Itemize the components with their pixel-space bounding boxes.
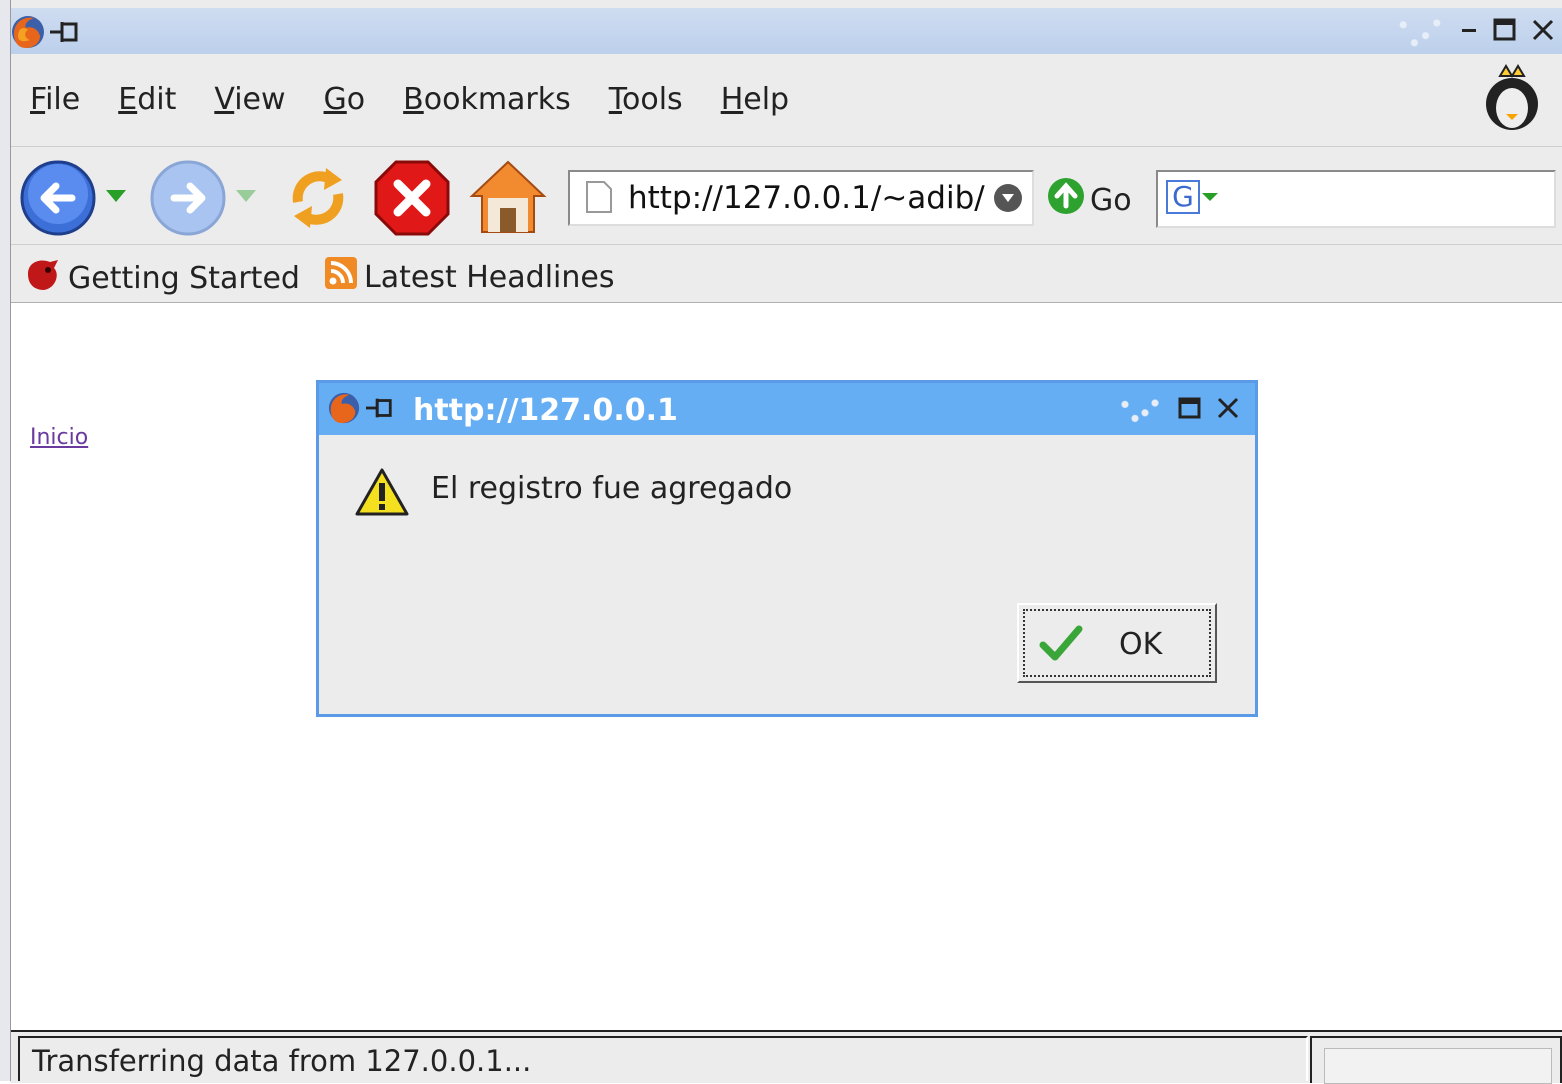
menu-edit[interactable]: Edit [118,82,176,117]
focus-ring: OK [1023,609,1211,677]
maximize-icon[interactable] [1177,395,1203,425]
ok-label: OK [1119,627,1163,662]
back-history-dropdown-icon[interactable] [104,186,128,210]
page-icon [584,180,614,218]
back-button[interactable] [18,158,102,242]
window-left-border [0,0,11,1081]
status-bar: Transferring data from 127.0.0.1... [10,1030,1562,1084]
browser-window: File Edit View Go Bookmarks Tools Help h… [0,0,1562,1084]
throbber-icon[interactable] [1476,64,1548,136]
menu-file[interactable]: File [30,82,80,117]
menu-go[interactable]: Go [324,82,366,117]
go-button[interactable]: Go [1046,176,1132,224]
close-icon[interactable] [1530,15,1556,49]
titlebar-decoration [1115,396,1165,424]
close-icon[interactable] [1215,395,1241,425]
minimize-icon[interactable] [1460,15,1480,49]
checkmark-icon [1039,625,1083,669]
menu-view[interactable]: View [214,82,285,117]
navigation-toolbar: http://127.0.0.1/~adib/ Go G [10,148,1562,245]
titlebar-decoration [1392,14,1448,50]
dialog-titlebar[interactable]: http://127.0.0.1 [319,383,1255,435]
maximize-icon[interactable] [1492,15,1518,49]
reload-button[interactable] [278,158,358,242]
firefox-logo-icon [10,14,46,54]
chevron-down-icon [1200,185,1220,209]
forward-history-dropdown-icon[interactable] [234,186,258,210]
window-titlebar[interactable] [10,8,1562,54]
dialog-message: El registro fue agregado [431,471,793,506]
pin-icon[interactable] [363,394,397,426]
progress-bar [1324,1048,1552,1084]
status-progress-panel [1310,1036,1562,1084]
google-icon: G [1166,180,1200,214]
bookmark-latest-headlines[interactable]: Latest Headlines [324,256,614,298]
search-input[interactable]: G [1156,170,1556,228]
forward-button[interactable] [148,158,232,242]
url-dropdown-icon[interactable] [992,182,1024,218]
inicio-link[interactable]: Inicio [30,425,88,450]
warning-icon [355,467,409,521]
go-arrow-icon [1046,176,1086,224]
dialog-title: http://127.0.0.1 [413,392,678,428]
menu-help[interactable]: Help [721,82,789,117]
url-text[interactable]: http://127.0.0.1/~adib/ [628,180,985,216]
stop-button[interactable] [372,158,452,242]
home-button[interactable] [468,158,548,242]
address-bar[interactable]: http://127.0.0.1/~adib/ [568,170,1034,226]
search-engine-selector[interactable]: G [1166,180,1220,214]
status-text: Transferring data from 127.0.0.1... [18,1036,1308,1081]
bookmark-label: Getting Started [68,260,300,296]
bookmark-getting-started[interactable]: Getting Started [24,256,300,300]
menu-bookmarks[interactable]: Bookmarks [403,82,571,117]
menu-bar: File Edit View Go Bookmarks Tools Help [10,56,1562,147]
alert-dialog: http://127.0.0.1 El registro fue agregad… [316,380,1258,717]
bookmarks-toolbar: Getting Started Latest Headlines [10,246,1562,303]
bookmark-label: Latest Headlines [364,259,615,295]
rss-feed-icon [324,256,358,298]
firefox-bookmark-icon [24,256,62,300]
firefox-logo-icon [327,391,361,429]
menu-tools[interactable]: Tools [609,82,683,117]
pin-icon[interactable] [48,17,82,51]
ok-button[interactable]: OK [1017,603,1217,683]
go-label: Go [1090,182,1132,218]
